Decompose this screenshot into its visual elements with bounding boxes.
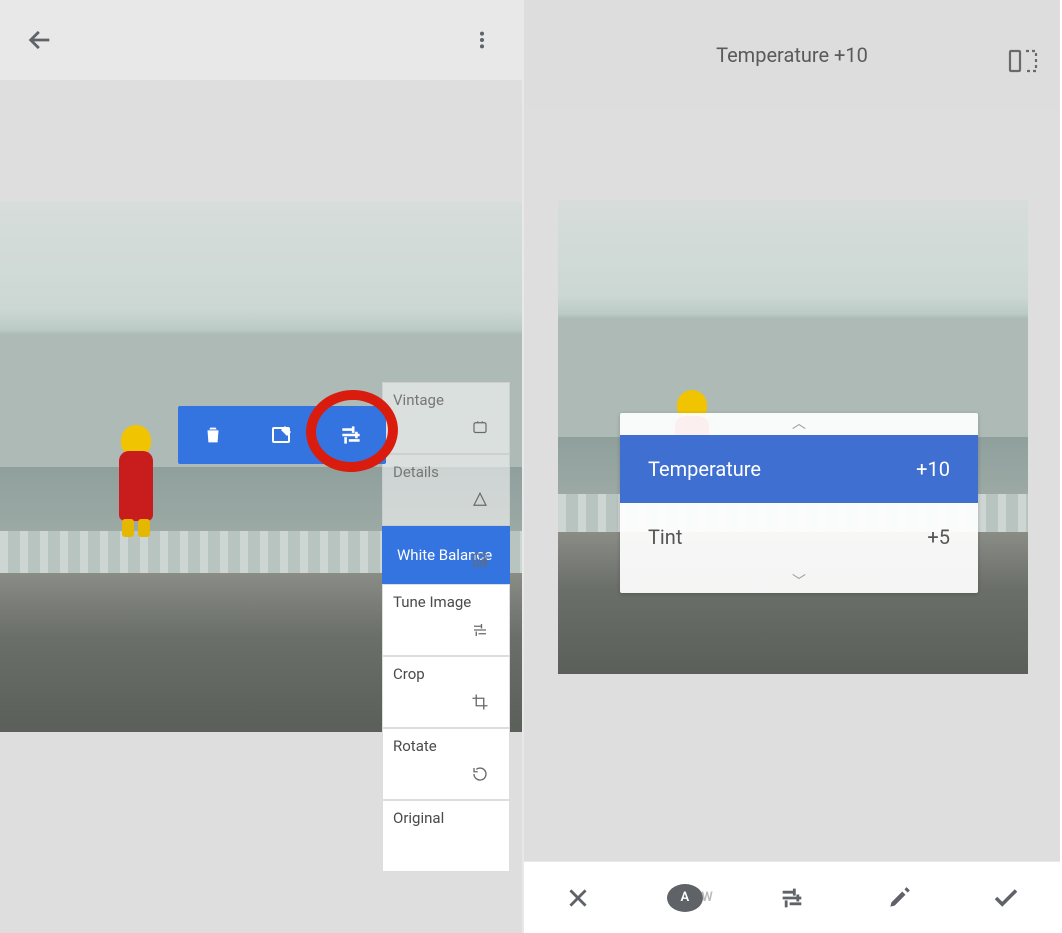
delete-step-button[interactable]	[193, 415, 233, 455]
history-label: Details	[393, 463, 439, 481]
tune-button[interactable]	[768, 874, 816, 922]
photo-subject	[115, 425, 157, 545]
auto-wb-icon: A	[667, 884, 703, 912]
apply-button[interactable]	[982, 874, 1030, 922]
adjust-value: +5	[927, 525, 950, 549]
adjustment-title: Temperature +10	[716, 43, 868, 67]
edit-history-list: Vintage Details White Balance WB Tune Im…	[382, 382, 510, 872]
cancel-button[interactable]	[554, 874, 602, 922]
history-item-white-balance[interactable]: White Balance WB	[382, 526, 510, 584]
more-menu-button[interactable]	[460, 18, 504, 62]
adjust-row-tint[interactable]: Tint +5	[620, 503, 978, 571]
history-label: Vintage	[393, 391, 444, 409]
back-button[interactable]	[18, 18, 62, 62]
auto-wb-button[interactable]: A	[661, 874, 709, 922]
history-label: Tune Image	[393, 593, 471, 611]
eyedropper-button[interactable]	[875, 874, 923, 922]
history-label: Crop	[393, 665, 425, 683]
adjustment-picker: ︿ Temperature +10 Tint +5 ﹀	[620, 413, 978, 593]
history-item-details[interactable]: Details	[382, 454, 510, 526]
compare-button[interactable]	[1008, 48, 1038, 78]
history-item-original[interactable]: Original	[382, 800, 510, 872]
adjust-label: Temperature	[648, 457, 761, 481]
history-item-crop[interactable]: Crop	[382, 656, 510, 728]
history-item-tune-image[interactable]: Tune Image	[382, 584, 510, 656]
screen-edit-stack: Vintage Details White Balance WB Tune Im…	[0, 0, 524, 933]
adjust-value: +10	[916, 457, 950, 481]
svg-text:WB: WB	[476, 557, 488, 566]
header-right: Temperature +10	[524, 0, 1060, 110]
adjust-label: Tint	[648, 525, 682, 549]
history-label: Original	[393, 809, 444, 827]
history-item-rotate[interactable]: Rotate	[382, 728, 510, 800]
history-label: Rotate	[393, 737, 437, 755]
adjust-row-temperature[interactable]: Temperature +10	[620, 435, 978, 503]
header-left	[0, 0, 522, 80]
chevron-up-icon[interactable]: ︿	[620, 413, 978, 435]
screen-white-balance: Temperature +10 ︿ Temperature +10 Tint +…	[524, 0, 1060, 933]
chevron-down-icon[interactable]: ﹀	[620, 571, 978, 593]
brush-edit-button[interactable]	[262, 415, 302, 455]
bottom-toolbar: A	[524, 861, 1060, 933]
history-item-vintage[interactable]: Vintage	[382, 382, 510, 454]
